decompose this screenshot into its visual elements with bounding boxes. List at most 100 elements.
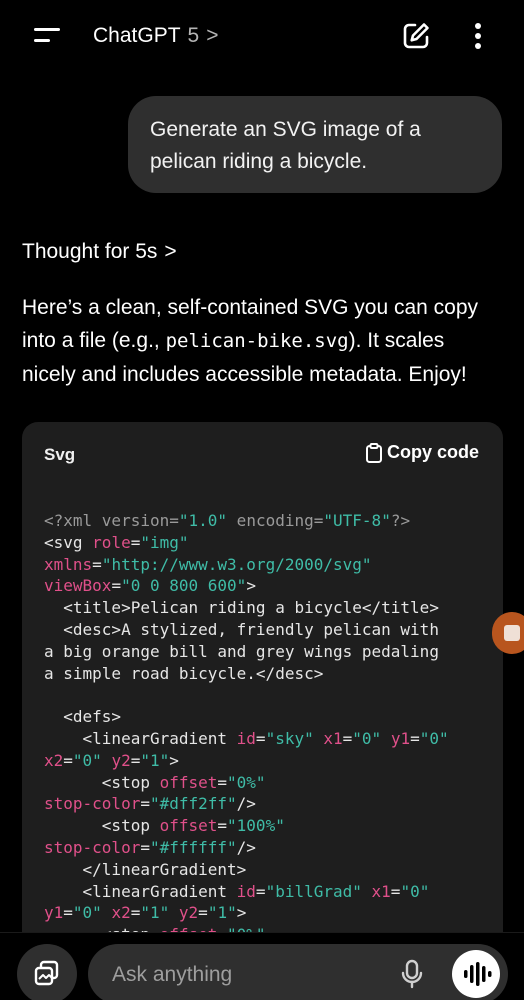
code-token: <stop [44, 772, 160, 792]
code-token: "#dff2ff" [149, 794, 237, 814]
model-selector[interactable]: ChatGPT 5 > [93, 22, 218, 50]
code-line: <desc>A stylized, friendly pelican with [44, 619, 494, 641]
voice-mode-button[interactable] [452, 950, 500, 998]
code-token: </linearGradient> [44, 859, 247, 879]
code-token: = [130, 750, 141, 770]
code-token: <defs> [44, 707, 122, 727]
code-line: xmlns="http://www.w3.org/2000/svg" [44, 554, 494, 576]
code-token: x2 [44, 750, 64, 770]
code-token: "UTF-8" [323, 511, 391, 530]
code-token: "1.0" [178, 511, 228, 530]
top-bar: ChatGPT 5 > [0, 0, 524, 72]
code-token: "0" [72, 750, 102, 770]
code-token: = [342, 728, 353, 748]
copy-code-button[interactable]: Copy code [365, 442, 479, 463]
code-token: = [217, 816, 228, 836]
code-line: x2="0" y2="1"> [44, 750, 494, 772]
code-line: <linearGradient id="sky" x1="0" y1="0" [44, 728, 494, 750]
code-token: "100%" [227, 816, 285, 836]
clipboard-icon [366, 442, 382, 463]
code-token: "0%" [227, 772, 266, 792]
code-token: = [63, 750, 73, 770]
code-token: = [217, 772, 228, 792]
user-message-bubble: Generate an SVG image of a pelican ridin… [128, 96, 502, 193]
code-language-label: Svg [44, 445, 76, 464]
ask-input[interactable] [110, 958, 384, 992]
code-token: id [236, 881, 256, 901]
code-token: a big orange bill and grey wings pedalin… [44, 641, 439, 661]
code-block: Svg Copy code <?xml version="1.0" encodi… [22, 422, 503, 982]
code-line: stop-color="#dff2ff"/> [44, 793, 494, 815]
code-token: > [169, 750, 179, 770]
code-line: <?xml version="1.0" encoding="UTF-8"?> [44, 510, 494, 532]
code-token: "0" [352, 728, 382, 748]
code-token: "sky" [265, 728, 314, 748]
code-line: a simple road bicycle.</desc> [44, 663, 494, 685]
code-token: > [236, 903, 247, 923]
code-token: <svg [44, 532, 93, 552]
code-token: "0" [419, 728, 449, 748]
code-token: > [246, 576, 256, 596]
code-line: <stop offset="100%" [44, 815, 494, 837]
reply-line: Here’s a clean, self-contained SVG you c… [22, 296, 479, 319]
code-token: = [92, 554, 102, 574]
code-token: <desc>A stylized, friendly pelican with [44, 619, 439, 639]
apps-icon [34, 960, 59, 986]
model-version: 5 [187, 24, 200, 47]
code-token: = [169, 511, 179, 530]
code-token: <stop [44, 816, 160, 836]
code-token: "1" [207, 903, 237, 923]
chevron-right-icon: > [206, 24, 219, 47]
code-token: x1 [371, 881, 391, 901]
code-line: <svg role="img" [44, 532, 494, 554]
code-token: = [130, 903, 141, 923]
code-token: <linearGradient [44, 881, 237, 901]
code-token: /> [236, 794, 256, 814]
mic-icon[interactable] [398, 958, 426, 990]
chevron-right-icon: > [164, 240, 177, 263]
code-line: <defs> [44, 706, 494, 728]
reply-text: into a file (e.g., [22, 329, 166, 352]
code-token: role [92, 532, 131, 552]
floating-edge-handle[interactable] [492, 612, 524, 654]
code-token: id [236, 728, 256, 748]
thought-toggle[interactable]: Thought for 5s > [22, 240, 177, 264]
code-line: </linearGradient> [44, 859, 494, 881]
code-token: <?xml [44, 511, 102, 530]
code-token: = [63, 903, 73, 923]
code-token: = [255, 881, 266, 901]
assistant-reply: Here’s a clean, self-contained SVG you c… [22, 291, 502, 391]
code-token: ?> [390, 511, 411, 530]
code-token: = [130, 532, 141, 552]
copy-code-label: Copy code [387, 442, 480, 462]
code-token: y2 [111, 750, 131, 770]
thought-label: Thought for 5s [22, 240, 158, 263]
menu-icon[interactable] [34, 26, 62, 46]
code-token: viewBox [44, 576, 112, 596]
code-line: y1="0" x2="1" y2="1"> [44, 902, 494, 924]
inline-code: pelican-bike.svg [165, 330, 349, 352]
voice-mode-icon [464, 962, 492, 986]
code-token: "billGrad" [265, 881, 362, 901]
code-token: = [140, 794, 150, 814]
code-token: stop-color [44, 837, 141, 857]
code-token: encoding [227, 511, 314, 530]
code-line: <linearGradient id="billGrad" x1="0" [44, 881, 494, 903]
code-token: = [313, 511, 324, 530]
code-token: "0" [400, 881, 430, 901]
code-token: y1 [390, 728, 411, 748]
more-vertical-icon[interactable] [468, 20, 488, 52]
reply-line: nicely and includes accessible metadata.… [22, 363, 467, 386]
code-token: = [111, 576, 122, 596]
chat-screen: ChatGPT 5 > Generate an SVG image of a p… [0, 0, 524, 1000]
code-token: stop-color [44, 794, 141, 814]
code-token: "1" [140, 750, 170, 770]
new-chat-edit-icon[interactable] [400, 20, 432, 52]
code-line: viewBox="0 0 800 600"> [44, 575, 494, 597]
code-token: = [390, 881, 401, 901]
apps-button[interactable] [17, 944, 77, 1000]
